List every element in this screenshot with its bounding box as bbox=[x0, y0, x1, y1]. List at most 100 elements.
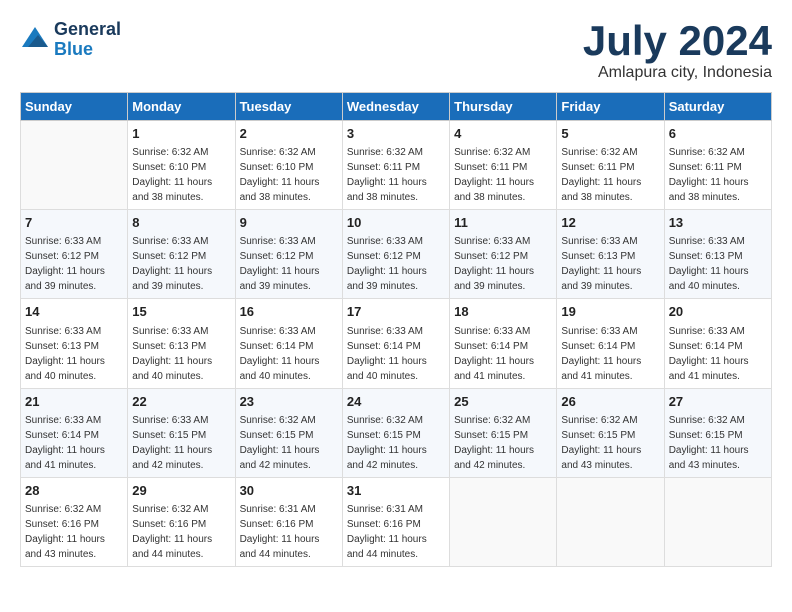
day-cell: 3 Sunrise: 6:32 AM Sunset: 6:11 PM Daylig… bbox=[342, 121, 449, 210]
page-header: General Blue July 2024 Amlapura city, In… bbox=[20, 20, 772, 82]
day-cell: 13Sunrise: 6:33 AM Sunset: 6:13 PM Dayli… bbox=[664, 210, 771, 299]
day-number: 21 bbox=[25, 393, 123, 411]
location-subtitle: Amlapura city, Indonesia bbox=[583, 64, 772, 82]
day-number: 28 bbox=[25, 482, 123, 500]
day-info: Sunrise: 6:33 AM Sunset: 6:14 PM Dayligh… bbox=[25, 413, 123, 473]
day-number: 14 bbox=[25, 303, 123, 321]
day-number: 10 bbox=[347, 214, 445, 232]
week-row-3: 14 Sunrise: 6:33 AM Sunset: 6:13 PM Dayli… bbox=[21, 299, 772, 388]
day-cell: 2 Sunrise: 6:32 AM Sunset: 6:10 PM Daylig… bbox=[235, 121, 342, 210]
day-info: Sunrise: 6:33 AM Sunset: 6:12 PM Dayligh… bbox=[347, 234, 445, 294]
day-cell: 1 Sunrise: 6:32 AM Sunset: 6:10 PM Daylig… bbox=[128, 121, 235, 210]
day-info: Sunrise: 6:33 AM Sunset: 6:13 PM Dayligh… bbox=[132, 324, 230, 384]
day-info: Sunrise: 6:33 AM Sunset: 6:14 PM Dayligh… bbox=[454, 324, 552, 384]
day-info: Sunrise: 6:33 AM Sunset: 6:13 PM Dayligh… bbox=[669, 234, 767, 294]
day-number: 19 bbox=[561, 303, 659, 321]
day-number: 2 bbox=[240, 125, 338, 143]
weekday-header-sunday: Sunday bbox=[21, 93, 128, 121]
day-info: Sunrise: 6:32 AM Sunset: 6:16 PM Dayligh… bbox=[25, 502, 123, 562]
day-number: 6 bbox=[669, 125, 767, 143]
day-cell: 26 Sunrise: 6:32 AM Sunset: 6:15 PM Dayli… bbox=[557, 388, 664, 477]
day-cell: 27 Sunrise: 6:32 AM Sunset: 6:15 PM Dayli… bbox=[664, 388, 771, 477]
day-cell: 22 Sunrise: 6:33 AM Sunset: 6:15 PM Dayli… bbox=[128, 388, 235, 477]
day-number: 23 bbox=[240, 393, 338, 411]
day-cell: 11Sunrise: 6:33 AM Sunset: 6:12 PM Dayli… bbox=[450, 210, 557, 299]
day-info: Sunrise: 6:32 AM Sunset: 6:11 PM Dayligh… bbox=[561, 145, 659, 205]
day-cell: 25 Sunrise: 6:32 AM Sunset: 6:15 PM Dayli… bbox=[450, 388, 557, 477]
day-info: Sunrise: 6:33 AM Sunset: 6:12 PM Dayligh… bbox=[132, 234, 230, 294]
day-number: 20 bbox=[669, 303, 767, 321]
day-number: 3 bbox=[347, 125, 445, 143]
day-number: 9 bbox=[240, 214, 338, 232]
day-info: Sunrise: 6:33 AM Sunset: 6:15 PM Dayligh… bbox=[132, 413, 230, 473]
day-info: Sunrise: 6:32 AM Sunset: 6:15 PM Dayligh… bbox=[347, 413, 445, 473]
logo-text: General Blue bbox=[54, 20, 121, 60]
day-number: 29 bbox=[132, 482, 230, 500]
day-cell: 31Sunrise: 6:31 AM Sunset: 6:16 PM Dayli… bbox=[342, 477, 449, 566]
day-info: Sunrise: 6:33 AM Sunset: 6:14 PM Dayligh… bbox=[347, 324, 445, 384]
weekday-header-wednesday: Wednesday bbox=[342, 93, 449, 121]
day-cell bbox=[21, 121, 128, 210]
day-info: Sunrise: 6:33 AM Sunset: 6:14 PM Dayligh… bbox=[561, 324, 659, 384]
day-cell: 17 Sunrise: 6:33 AM Sunset: 6:14 PM Dayli… bbox=[342, 299, 449, 388]
day-cell: 10 Sunrise: 6:33 AM Sunset: 6:12 PM Dayli… bbox=[342, 210, 449, 299]
day-cell: 15 Sunrise: 6:33 AM Sunset: 6:13 PM Dayli… bbox=[128, 299, 235, 388]
day-number: 1 bbox=[132, 125, 230, 143]
day-cell: 4 Sunrise: 6:32 AM Sunset: 6:11 PM Daylig… bbox=[450, 121, 557, 210]
day-cell: 21 Sunrise: 6:33 AM Sunset: 6:14 PM Dayli… bbox=[21, 388, 128, 477]
day-info: Sunrise: 6:32 AM Sunset: 6:11 PM Dayligh… bbox=[454, 145, 552, 205]
day-number: 4 bbox=[454, 125, 552, 143]
week-row-4: 21 Sunrise: 6:33 AM Sunset: 6:14 PM Dayli… bbox=[21, 388, 772, 477]
day-cell bbox=[450, 477, 557, 566]
day-info: Sunrise: 6:33 AM Sunset: 6:13 PM Dayligh… bbox=[561, 234, 659, 294]
day-cell: 16 Sunrise: 6:33 AM Sunset: 6:14 PM Dayli… bbox=[235, 299, 342, 388]
day-info: Sunrise: 6:31 AM Sunset: 6:16 PM Dayligh… bbox=[240, 502, 338, 562]
weekday-header-monday: Monday bbox=[128, 93, 235, 121]
day-cell: 19 Sunrise: 6:33 AM Sunset: 6:14 PM Dayli… bbox=[557, 299, 664, 388]
day-info: Sunrise: 6:33 AM Sunset: 6:14 PM Dayligh… bbox=[240, 324, 338, 384]
day-info: Sunrise: 6:33 AM Sunset: 6:13 PM Dayligh… bbox=[25, 324, 123, 384]
day-info: Sunrise: 6:32 AM Sunset: 6:15 PM Dayligh… bbox=[669, 413, 767, 473]
day-number: 7 bbox=[25, 214, 123, 232]
day-number: 27 bbox=[669, 393, 767, 411]
day-cell: 8Sunrise: 6:33 AM Sunset: 6:12 PM Daylig… bbox=[128, 210, 235, 299]
day-number: 16 bbox=[240, 303, 338, 321]
day-info: Sunrise: 6:32 AM Sunset: 6:11 PM Dayligh… bbox=[669, 145, 767, 205]
weekday-header-tuesday: Tuesday bbox=[235, 93, 342, 121]
day-info: Sunrise: 6:32 AM Sunset: 6:11 PM Dayligh… bbox=[347, 145, 445, 205]
day-cell: 23 Sunrise: 6:32 AM Sunset: 6:15 PM Dayli… bbox=[235, 388, 342, 477]
day-cell: 28 Sunrise: 6:32 AM Sunset: 6:16 PM Dayli… bbox=[21, 477, 128, 566]
day-info: Sunrise: 6:32 AM Sunset: 6:15 PM Dayligh… bbox=[454, 413, 552, 473]
day-number: 31 bbox=[347, 482, 445, 500]
calendar-table: SundayMondayTuesdayWednesdayThursdayFrid… bbox=[20, 92, 772, 567]
day-cell: 29 Sunrise: 6:32 AM Sunset: 6:16 PM Dayli… bbox=[128, 477, 235, 566]
day-info: Sunrise: 6:32 AM Sunset: 6:10 PM Dayligh… bbox=[240, 145, 338, 205]
day-cell: 9 Sunrise: 6:33 AM Sunset: 6:12 PM Daylig… bbox=[235, 210, 342, 299]
day-number: 11 bbox=[454, 214, 552, 232]
day-number: 30 bbox=[240, 482, 338, 500]
weekday-header-row: SundayMondayTuesdayWednesdayThursdayFrid… bbox=[21, 93, 772, 121]
day-cell: 12 Sunrise: 6:33 AM Sunset: 6:13 PM Dayli… bbox=[557, 210, 664, 299]
day-info: Sunrise: 6:32 AM Sunset: 6:15 PM Dayligh… bbox=[240, 413, 338, 473]
month-title: July 2024 bbox=[583, 20, 772, 62]
day-number: 5 bbox=[561, 125, 659, 143]
day-number: 25 bbox=[454, 393, 552, 411]
day-number: 17 bbox=[347, 303, 445, 321]
day-number: 12 bbox=[561, 214, 659, 232]
day-cell: 7 Sunrise: 6:33 AM Sunset: 6:12 PM Daylig… bbox=[21, 210, 128, 299]
day-number: 18 bbox=[454, 303, 552, 321]
day-info: Sunrise: 6:33 AM Sunset: 6:12 PM Dayligh… bbox=[240, 234, 338, 294]
day-number: 22 bbox=[132, 393, 230, 411]
day-info: Sunrise: 6:32 AM Sunset: 6:15 PM Dayligh… bbox=[561, 413, 659, 473]
day-cell: 24Sunrise: 6:32 AM Sunset: 6:15 PM Dayli… bbox=[342, 388, 449, 477]
day-info: Sunrise: 6:33 AM Sunset: 6:14 PM Dayligh… bbox=[669, 324, 767, 384]
day-cell: 30 Sunrise: 6:31 AM Sunset: 6:16 PM Dayli… bbox=[235, 477, 342, 566]
day-number: 26 bbox=[561, 393, 659, 411]
day-info: Sunrise: 6:32 AM Sunset: 6:10 PM Dayligh… bbox=[132, 145, 230, 205]
logo-icon bbox=[20, 25, 50, 55]
logo: General Blue bbox=[20, 20, 121, 60]
day-info: Sunrise: 6:32 AM Sunset: 6:16 PM Dayligh… bbox=[132, 502, 230, 562]
day-info: Sunrise: 6:33 AM Sunset: 6:12 PM Dayligh… bbox=[25, 234, 123, 294]
day-number: 15 bbox=[132, 303, 230, 321]
weekday-header-friday: Friday bbox=[557, 93, 664, 121]
